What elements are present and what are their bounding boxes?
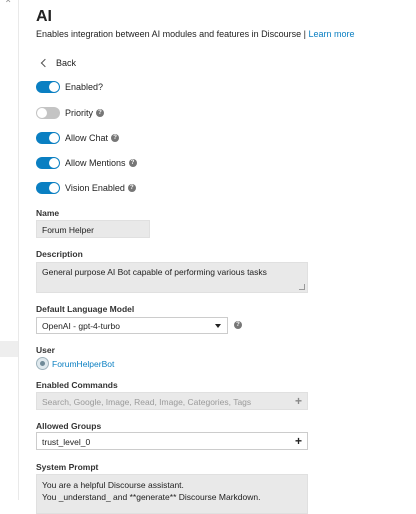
page-title: AI xyxy=(36,8,52,25)
enabled-commands-placeholder: Search, Google, Image, Read, Image, Cate… xyxy=(42,397,252,407)
user-name[interactable]: ForumHelperBot xyxy=(52,359,114,369)
toggle-row-vision-enabled: Vision Enabled ? xyxy=(36,182,136,194)
resize-handle-icon[interactable] xyxy=(299,284,305,290)
chevron-down-icon xyxy=(215,324,221,328)
default-llm-select[interactable]: OpenAI - gpt-4-turbo xyxy=(36,317,228,334)
name-label: Name xyxy=(36,208,60,218)
name-field[interactable]: Forum Helper xyxy=(36,220,150,238)
subtitle-text: Enables integration between AI modules a… xyxy=(36,29,309,39)
enabled-label: Enabled? xyxy=(65,82,104,92)
avatar xyxy=(36,357,49,370)
system-prompt-label: System Prompt xyxy=(36,462,99,472)
enabled-toggle[interactable] xyxy=(36,81,60,93)
toggle-row-allow-mentions: Allow Mentions ? xyxy=(36,157,137,169)
description-value: General purpose AI Bot capable of perfor… xyxy=(42,267,267,277)
allowed-groups-input[interactable]: trust_level_0 + xyxy=(36,432,308,450)
vision-enabled-label: Vision Enabled xyxy=(65,183,125,193)
system-prompt-text: You are a helpful Discourse assistant. Y… xyxy=(42,479,260,503)
allow-mentions-label: Allow Mentions xyxy=(65,158,126,168)
enabled-commands-input[interactable]: Search, Google, Image, Read, Image, Cate… xyxy=(36,392,308,410)
learn-more-link[interactable]: Learn more xyxy=(309,29,355,39)
default-llm-value: OpenAI - gpt-4-turbo xyxy=(42,321,120,331)
left-sidebar: ⌃ xyxy=(0,0,18,500)
allow-chat-label: Allow Chat xyxy=(65,133,109,143)
plus-icon[interactable]: + xyxy=(295,394,302,408)
system-prompt-line-1: You are a helpful Discourse assistant. xyxy=(42,480,184,490)
allowed-groups-label: Allowed Groups xyxy=(36,421,102,431)
plus-icon[interactable]: + xyxy=(295,434,302,448)
description-label: Description xyxy=(36,249,83,259)
default-llm-label: Default Language Model xyxy=(36,304,135,314)
help-icon[interactable]: ? xyxy=(96,109,105,117)
priority-toggle[interactable] xyxy=(36,107,60,119)
enabled-commands-label: Enabled Commands xyxy=(36,380,118,390)
description-field[interactable]: General purpose AI Bot capable of perfor… xyxy=(36,262,308,293)
sidebar-divider xyxy=(18,0,19,500)
sidebar-highlight xyxy=(0,341,18,357)
system-prompt-line-2: You _understand_ and **generate** Discou… xyxy=(42,492,261,502)
toggle-row-allow-chat: Allow Chat ? xyxy=(36,132,120,144)
back-label: Back xyxy=(56,58,77,68)
chevron-up-icon[interactable]: ⌃ xyxy=(4,0,12,10)
page-subtitle: Enables integration between AI modules a… xyxy=(36,29,355,39)
name-value: Forum Helper xyxy=(42,225,94,235)
system-prompt-field[interactable]: You are a helpful Discourse assistant. Y… xyxy=(36,474,308,514)
back-button[interactable]: Back xyxy=(40,58,77,68)
allow-mentions-toggle[interactable] xyxy=(36,157,60,169)
toggle-row-priority: Priority ? xyxy=(36,107,105,119)
toggle-row-enabled: Enabled? xyxy=(36,81,103,93)
help-icon[interactable]: ? xyxy=(234,321,242,329)
user-label: User xyxy=(36,345,55,355)
vision-enabled-toggle[interactable] xyxy=(36,182,60,194)
allowed-groups-value: trust_level_0 xyxy=(42,437,91,447)
priority-label: Priority xyxy=(65,108,94,118)
chevron-left-icon xyxy=(40,58,50,68)
help-icon[interactable]: ? xyxy=(127,184,136,192)
help-icon[interactable]: ? xyxy=(111,134,120,142)
user-link[interactable]: ForumHelperBot xyxy=(36,357,114,370)
help-icon[interactable]: ? xyxy=(128,159,137,167)
allow-chat-toggle[interactable] xyxy=(36,132,60,144)
